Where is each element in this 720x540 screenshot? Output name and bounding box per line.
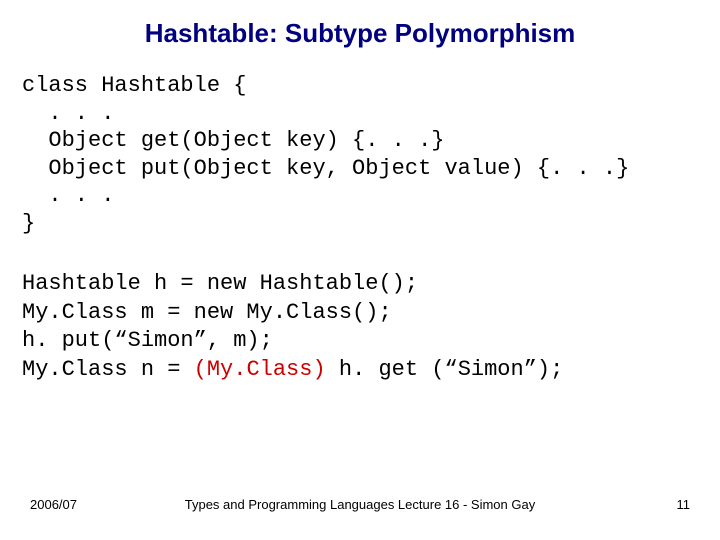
code-line-part: My.Class n = [22, 357, 194, 382]
footer-title: Types and Programming Languages Lecture … [0, 497, 720, 512]
code-line: My.Class m = new My.Class(); [22, 300, 392, 325]
code-block-class-definition: class Hashtable { . . . Object get(Objec… [22, 72, 629, 237]
code-line: Object get(Object key) {. . .} [22, 128, 444, 153]
code-line: class Hashtable { [22, 73, 246, 98]
slide-title: Hashtable: Subtype Polymorphism [0, 18, 720, 49]
code-line: h. put(“Simon”, m); [22, 328, 273, 353]
code-line-part: h. get (“Simon”); [326, 357, 564, 382]
code-line: } [22, 211, 35, 236]
slide: Hashtable: Subtype Polymorphism class Ha… [0, 0, 720, 540]
code-cast-highlight: (My.Class) [194, 357, 326, 382]
code-line: . . . [22, 183, 114, 208]
code-line: . . . [22, 101, 114, 126]
footer-page-number: 11 [677, 497, 691, 512]
code-block-usage: Hashtable h = new Hashtable(); My.Class … [22, 270, 563, 384]
code-line: Object put(Object key, Object value) {. … [22, 156, 629, 181]
code-line: Hashtable h = new Hashtable(); [22, 271, 418, 296]
